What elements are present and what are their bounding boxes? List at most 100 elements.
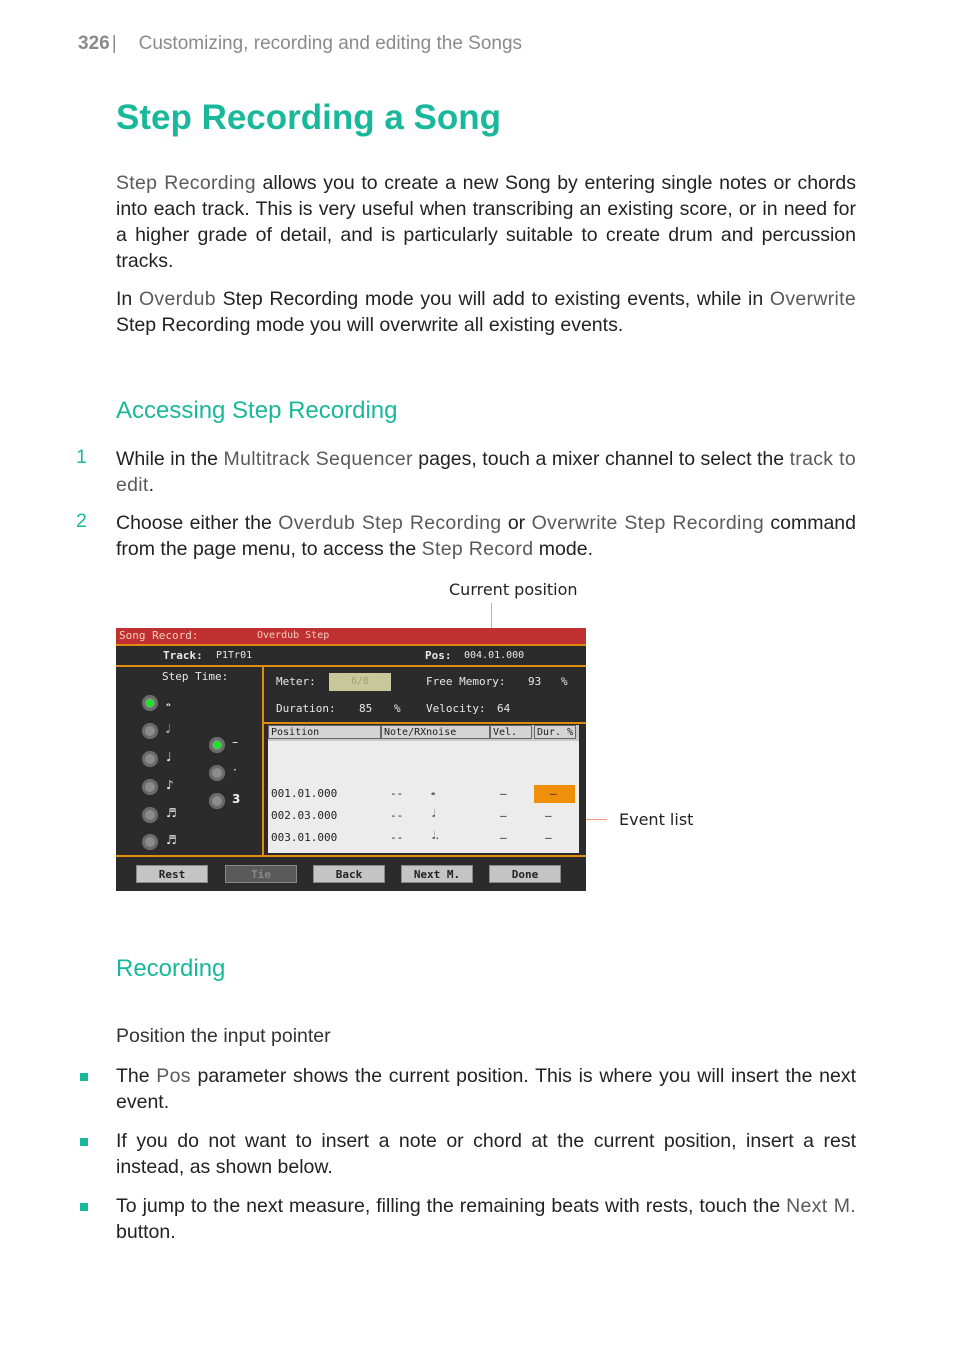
bullet-icon — [80, 1073, 88, 1081]
pos-label: Pos: — [425, 649, 452, 662]
step-time-label: Step Time: — [162, 670, 229, 683]
keyword: Multitrack Sequencer — [223, 448, 413, 470]
step-2-text: Choose either the Overdub Step Recording… — [116, 510, 856, 562]
screen-title: Song Record: — [119, 629, 199, 642]
step-number: 2 — [76, 510, 87, 532]
free-memory-value: 93 — [528, 675, 542, 688]
event-position: 002.03.000 — [271, 809, 338, 822]
free-memory-label: Free Memory: — [426, 675, 506, 688]
back-button[interactable]: Back — [313, 865, 385, 883]
text: If you do not want to insert a note or c… — [116, 1130, 856, 1178]
event-velocity: – — [500, 787, 507, 800]
track-pos-row: Track: P1Tr01 Pos: 004.01.000 — [116, 646, 586, 667]
column-header: Note/RXnoise — [381, 725, 490, 739]
free-memory-unit: % — [561, 675, 568, 688]
modifier-radio-normal[interactable] — [209, 737, 225, 753]
step-radio-quarter[interactable] — [142, 751, 158, 767]
text: mode. — [533, 538, 593, 560]
event-list: Position Note/RXnoise Vel. Dur. % 001.01… — [268, 725, 579, 853]
normal-modifier-icon: – — [232, 735, 238, 749]
step-radio-whole[interactable] — [142, 695, 158, 711]
bullet-item-1: The Pos parameter shows the current posi… — [116, 1063, 856, 1115]
page-title: Step Recording a Song — [116, 98, 502, 137]
keyword: Step Recording — [116, 172, 256, 194]
dotted-half-note-icon: 𝅗𝅥. — [432, 829, 439, 842]
column-header: Dur. % — [534, 725, 576, 739]
intro-paragraph-2: In Overdub Step Recording mode you will … — [116, 286, 856, 338]
page-number: 326 — [78, 33, 110, 54]
chapter-title: Customizing, recording and editing the S… — [138, 33, 523, 54]
event-velocity: – — [500, 809, 507, 822]
dot-modifier-icon: · — [233, 763, 237, 777]
parameters-panel: Meter: 6/8 Free Memory: 93 % Duration: 8… — [264, 667, 586, 724]
keyword: Next M. — [786, 1195, 856, 1217]
header-separator: | — [111, 33, 117, 54]
track-value[interactable]: P1Tr01 — [216, 646, 252, 665]
bullet-item-2: If you do not want to insert a note or c… — [116, 1128, 856, 1180]
velocity-label: Velocity: — [426, 702, 486, 715]
keyword: Overwrite — [769, 288, 856, 310]
screen-button-bar: Rest Tie Back Next M. Done — [116, 855, 586, 891]
text: The — [116, 1065, 157, 1087]
text: Step Recording mode you will overwrite a… — [116, 314, 624, 336]
done-button[interactable]: Done — [489, 865, 561, 883]
annotation-current-position: Current position — [449, 580, 578, 599]
step-record-screen: Song Record: Overdub Step Track: P1Tr01 … — [116, 628, 586, 891]
step-radio-half[interactable] — [142, 723, 158, 739]
bullet-icon — [80, 1203, 88, 1211]
text: pages, touch a mixer channel to select t… — [412, 448, 790, 470]
next-measure-button[interactable]: Next M. — [401, 865, 473, 883]
keyword: Pos — [156, 1065, 191, 1087]
half-note-icon: 𝅗𝅥 — [432, 807, 436, 820]
step-time-panel: Step Time: 𝅝 𝅗𝅥 ♩ ♪ ♬ ♬ – · 3 — [116, 667, 264, 855]
pos-value[interactable]: 004.01.000 — [464, 646, 524, 665]
modifier-radio-dotted[interactable] — [209, 765, 225, 781]
step-number: 1 — [76, 446, 87, 468]
text: Choose either the — [116, 512, 279, 534]
event-duration: – — [545, 831, 552, 844]
event-duration[interactable]: – — [550, 787, 557, 800]
annotation-event-list: Event list — [619, 810, 694, 829]
whole-rest-icon: 𝅝 — [431, 785, 436, 798]
column-header: Position — [268, 725, 381, 739]
step-radio-eighth[interactable] — [142, 779, 158, 795]
screen-mode: Overdub Step — [257, 630, 330, 641]
event-position: 001.01.000 — [271, 787, 338, 800]
keyword: Overdub — [138, 288, 216, 310]
event-duration: – — [545, 809, 552, 822]
velocity-value[interactable]: 64 — [497, 702, 510, 715]
section-heading-recording: Recording — [116, 955, 226, 982]
bullet-item-3: To jump to the next measure, filling the… — [116, 1193, 856, 1245]
duration-unit: % — [394, 702, 401, 715]
half-note-icon: 𝅗𝅥 — [166, 722, 170, 736]
text: . — [148, 474, 155, 496]
subheading: Position the input pointer — [116, 1025, 331, 1047]
bullet-icon — [80, 1138, 88, 1146]
sixteenth-note-icon: ♬ — [166, 806, 177, 820]
event-list-header: Position Note/RXnoise Vel. Dur. % — [268, 725, 579, 741]
duration-value[interactable]: 85 — [359, 702, 372, 715]
text: To jump to the next measure, filling the… — [116, 1195, 787, 1217]
event-note: -- — [390, 831, 404, 844]
event-note: -- — [390, 787, 404, 800]
event-position: 003.01.000 — [271, 831, 338, 844]
step-radio-thirty-second[interactable] — [142, 834, 158, 850]
tie-button[interactable]: Tie — [225, 865, 297, 883]
event-note: -- — [390, 809, 404, 822]
rest-button[interactable]: Rest — [136, 865, 208, 883]
screen-title-bar: Song Record: Overdub Step — [116, 628, 586, 646]
intro-paragraph-1: Step Recording allows you to create a ne… — [116, 170, 856, 274]
eighth-note-icon: ♪ — [166, 778, 174, 792]
keyword: Step Record — [421, 538, 534, 560]
column-header: Vel. — [490, 725, 532, 739]
text: Step Recording mode you will add to exis… — [215, 288, 770, 310]
step-radio-sixteenth[interactable] — [142, 807, 158, 823]
meter-field[interactable]: 6/8 — [329, 673, 391, 691]
quarter-note-icon: ♩ — [166, 750, 172, 764]
whole-note-icon: 𝅝 — [166, 695, 171, 709]
step-1-text: While in the Multitrack Sequencer pages,… — [116, 446, 856, 498]
thirty-second-note-icon: ♬ — [166, 833, 177, 847]
modifier-radio-triplet[interactable] — [209, 793, 225, 809]
keyword: Overdub Step Recording — [278, 512, 502, 534]
triplet-modifier-icon: 3 — [232, 792, 241, 806]
